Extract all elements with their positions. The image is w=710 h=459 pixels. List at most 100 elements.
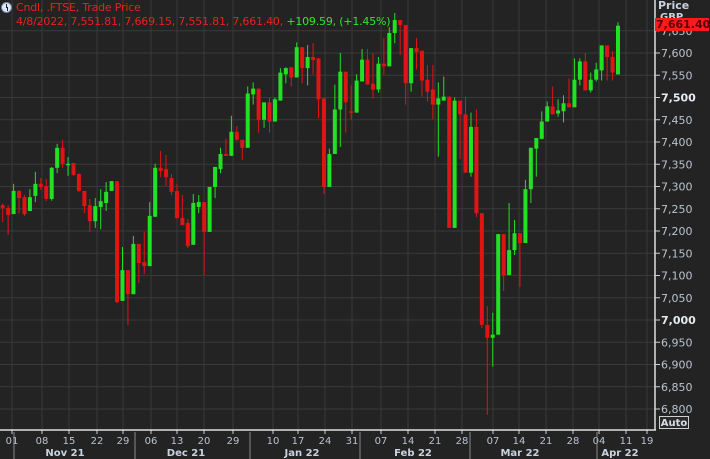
x-tick-label: 20: [198, 436, 211, 447]
candle-body: [229, 131, 234, 156]
candle-body: [496, 234, 501, 335]
y-tick-label: 7,050: [661, 292, 693, 305]
candle-body: [517, 233, 522, 244]
candle-body: [55, 147, 60, 168]
candle-body: [49, 167, 54, 199]
candle-down: [381, 37, 386, 75]
x-tick-label: 14: [402, 436, 415, 447]
candle-body: [327, 154, 332, 187]
y-tick-label: 7,450: [661, 114, 693, 127]
candle-body: [125, 270, 130, 295]
candle-up: [392, 12, 397, 44]
y-tick-label: 6,800: [661, 403, 693, 416]
x-tick-label: 17: [292, 436, 305, 447]
candle-up: [213, 166, 218, 199]
candle-body: [245, 93, 250, 148]
candle-down: [164, 154, 169, 187]
candle-body: [240, 139, 245, 148]
candle-up: [332, 84, 337, 155]
candle-down: [22, 194, 27, 216]
candle-up: [245, 86, 250, 148]
y-tick-label: 7,300: [661, 181, 693, 194]
candle-down: [501, 234, 506, 292]
candle-body: [272, 99, 277, 122]
candle-up: [490, 312, 495, 367]
x-tick-label: 07: [487, 436, 500, 447]
candle-body: [207, 186, 212, 232]
candle-up: [120, 247, 125, 301]
candle-body: [610, 57, 615, 73]
candle-down: [403, 24, 408, 105]
x-tick-label: 29: [227, 436, 240, 447]
candle-up: [441, 76, 446, 101]
candle-down: [398, 20, 403, 55]
y-tick-label: 7,350: [661, 158, 693, 171]
candle-body: [289, 67, 294, 78]
candle-body: [153, 167, 158, 217]
candle-down: [174, 183, 179, 219]
candle-body: [202, 202, 207, 232]
candle-body: [300, 47, 305, 69]
y-tick-label: 7,600: [661, 47, 693, 60]
candle-body: [311, 57, 316, 61]
clock-icon: [1, 2, 12, 13]
candle-body: [354, 80, 359, 113]
x-tick-label: 06: [145, 436, 158, 447]
candle-down: [316, 58, 321, 119]
candle-down: [136, 243, 141, 284]
candle-down: [71, 162, 76, 176]
candle-body: [615, 25, 620, 75]
auto-scale-button[interactable]: Auto: [659, 416, 689, 429]
candle-down: [289, 67, 294, 87]
y-tick-label: 6,950: [661, 336, 693, 349]
candle-down: [267, 97, 272, 133]
candle-up: [376, 57, 381, 93]
candle-up: [528, 147, 533, 203]
candle-body: [142, 262, 147, 267]
candle-body: [60, 147, 65, 164]
candle-body: [550, 106, 555, 115]
candle-down: [17, 190, 22, 214]
candle-body: [572, 79, 577, 108]
candle-body: [180, 218, 185, 226]
candle-down: [463, 96, 468, 173]
candle-up: [109, 181, 114, 191]
axes: 7,6507,6007,5507,5007,4507,4007,3507,300…: [0, 0, 696, 459]
y-tick-label: 7,200: [661, 225, 693, 238]
candle-body: [490, 334, 495, 338]
y-tick-label: 7,550: [661, 69, 693, 82]
candle-body: [93, 206, 98, 222]
candle-down: [234, 125, 239, 141]
candlestick-chart[interactable]: 7,6507,6007,5507,5007,4507,4007,3507,300…: [0, 0, 710, 459]
candle-body: [387, 32, 392, 67]
candle-body: [251, 88, 256, 95]
candle-up: [468, 112, 473, 177]
candle-body: [191, 202, 196, 245]
candle-body: [398, 20, 403, 25]
y-tick-label: 7,000: [661, 314, 696, 327]
candle-up: [272, 97, 277, 122]
candle-body: [76, 174, 81, 191]
candle-up: [327, 148, 332, 187]
candle-up: [523, 179, 528, 244]
candle-down: [566, 78, 571, 108]
candle-body: [528, 147, 533, 190]
candle-body: [376, 63, 381, 90]
x-tick-label: 11: [620, 436, 633, 447]
candle-up: [33, 171, 38, 203]
candle-up: [594, 62, 599, 82]
candle-body: [338, 71, 343, 110]
candle-body: [370, 83, 375, 90]
y-tick-label: 6,900: [661, 359, 693, 372]
candle-body: [22, 197, 27, 215]
candle-up: [251, 82, 256, 105]
candle-up: [496, 234, 501, 335]
candle-body: [316, 58, 321, 100]
candle-up: [207, 186, 212, 232]
candle-body: [120, 270, 125, 301]
candle-body: [583, 61, 588, 91]
candle-body: [185, 222, 190, 247]
candle-body: [44, 186, 49, 199]
candle-down: [115, 181, 120, 304]
candle-up: [561, 95, 566, 123]
